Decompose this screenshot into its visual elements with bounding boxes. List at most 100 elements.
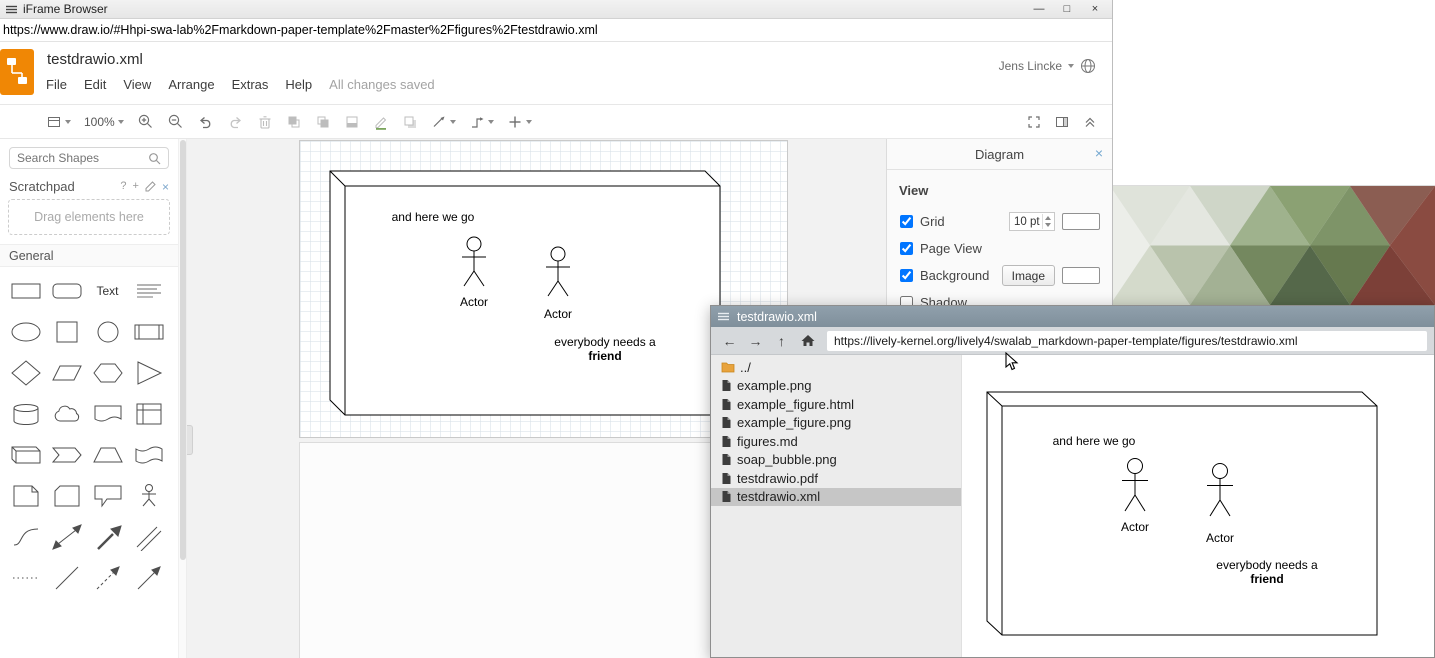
help-icon[interactable]: ? [120, 181, 126, 192]
shape-parallelogram[interactable] [49, 356, 85, 390]
up-button[interactable]: ↑ [770, 330, 793, 351]
background-color-button[interactable] [1062, 267, 1100, 284]
list-item-file[interactable]: example_figure.png [711, 414, 961, 433]
collapse-toolbar-button[interactable] [1082, 114, 1098, 130]
format-panel-close-icon[interactable]: × [1095, 145, 1103, 161]
shadow-button[interactable] [402, 114, 418, 130]
shape-cylinder[interactable] [8, 397, 44, 431]
shape-bidirectional-arrow[interactable] [49, 520, 85, 554]
shape-circle[interactable] [90, 315, 126, 349]
fullscreen-button[interactable] [1026, 114, 1042, 130]
shape-document[interactable] [90, 397, 126, 431]
spinner-down-icon[interactable] [1045, 223, 1051, 227]
caption-text[interactable]: and here we go [392, 210, 475, 224]
shape-dashed-arrow[interactable] [90, 561, 126, 595]
shape-process[interactable] [131, 315, 167, 349]
shape-textbox[interactable] [131, 274, 167, 308]
list-item-file[interactable]: example_figure.html [711, 395, 961, 414]
background-checkbox[interactable] [900, 269, 913, 282]
menu-view[interactable]: View [123, 77, 151, 92]
shape-tape[interactable] [131, 438, 167, 472]
scratchpad-close-icon[interactable]: × [162, 181, 169, 193]
shape-text[interactable]: Text [90, 274, 126, 308]
list-item-parent-dir[interactable]: ../ [711, 358, 961, 377]
browser-url-bar[interactable]: https://www.draw.io/#Hhpi-swa-lab%2Fmark… [0, 19, 1112, 42]
cube-shape[interactable] [330, 171, 720, 415]
menu-arrange[interactable]: Arrange [168, 77, 214, 92]
shape-cube[interactable] [8, 438, 44, 472]
menu-edit[interactable]: Edit [84, 77, 106, 92]
hamburger-menu-icon[interactable] [6, 5, 17, 14]
menu-extras[interactable]: Extras [232, 77, 269, 92]
spinner-up-icon[interactable] [1045, 216, 1051, 220]
general-section-header[interactable]: General [0, 244, 178, 267]
shape-internal-storage[interactable] [131, 397, 167, 431]
grid-checkbox[interactable] [900, 215, 913, 228]
back-button[interactable]: ← [718, 330, 741, 351]
search-box[interactable] [9, 147, 169, 169]
shape-rounded-rectangle[interactable] [49, 274, 85, 308]
menu-help[interactable]: Help [285, 77, 312, 92]
minimize-button[interactable]: — [1028, 1, 1050, 18]
globe-icon[interactable] [1080, 58, 1096, 74]
note-line1[interactable]: everybody needs a [554, 335, 656, 349]
shape-actor[interactable] [131, 479, 167, 513]
file-url-bar[interactable]: https://lively-kernel.org/lively4/swalab… [827, 331, 1427, 351]
zoom-in-button[interactable] [137, 113, 154, 130]
shape-ellipse[interactable] [8, 315, 44, 349]
shape-triangle[interactable] [131, 356, 167, 390]
shape-trapezoid[interactable] [90, 438, 126, 472]
shape-callout[interactable] [90, 479, 126, 513]
list-item-file[interactable]: figures.md [711, 432, 961, 451]
shape-line[interactable] [49, 561, 85, 595]
maximize-button[interactable]: □ [1056, 1, 1078, 18]
list-item-file[interactable]: soap_bubble.png [711, 451, 961, 470]
shape-dotted-line[interactable] [8, 561, 44, 595]
delete-button[interactable] [257, 114, 273, 130]
list-item-file-selected[interactable]: testdrawio.xml [711, 488, 961, 507]
scrollbar-thumb[interactable] [180, 140, 186, 560]
zoom-dropdown[interactable]: 100% [84, 115, 124, 129]
grid-color-button[interactable] [1062, 213, 1100, 230]
redo-button[interactable] [227, 114, 244, 130]
shape-note[interactable] [8, 479, 44, 513]
sidebar-scrollbar[interactable] [178, 139, 187, 658]
menu-file[interactable]: File [46, 77, 67, 92]
user-menu[interactable]: Jens Lincke [999, 59, 1062, 73]
list-item-file[interactable]: testdrawio.pdf [711, 469, 961, 488]
shape-directional-arrow[interactable] [131, 561, 167, 595]
shape-hexagon[interactable] [90, 356, 126, 390]
actor1-label[interactable]: Actor [460, 295, 488, 309]
hamburger-menu-icon[interactable] [718, 312, 729, 321]
fill-color-button[interactable] [344, 114, 360, 130]
to-back-button[interactable] [315, 114, 331, 130]
insert-dropdown[interactable] [507, 114, 532, 130]
to-front-button[interactable] [286, 114, 302, 130]
shape-step[interactable] [49, 438, 85, 472]
connection-dropdown[interactable] [431, 114, 456, 130]
undo-button[interactable] [197, 114, 214, 130]
format-panel-button[interactable] [1054, 114, 1070, 130]
shape-card[interactable] [49, 479, 85, 513]
grid-size-input[interactable]: 10 pt [1009, 212, 1055, 231]
page-view-checkbox[interactable] [900, 242, 913, 255]
waypoints-dropdown[interactable] [469, 114, 494, 130]
shape-link[interactable] [131, 520, 167, 554]
view-dropdown[interactable] [46, 114, 71, 130]
zoom-out-button[interactable] [167, 113, 184, 130]
shape-rectangle[interactable] [8, 274, 44, 308]
shape-diamond[interactable] [8, 356, 44, 390]
tab-diagram[interactable]: Diagram [975, 147, 1024, 162]
shape-square[interactable] [49, 315, 85, 349]
shape-curve[interactable] [8, 520, 44, 554]
note-line2[interactable]: friend [588, 349, 621, 363]
shape-arrow[interactable] [90, 520, 126, 554]
scratchpad-dropzone[interactable]: Drag elements here [8, 199, 170, 235]
line-color-button[interactable] [373, 114, 389, 130]
add-icon[interactable]: + [133, 181, 139, 192]
list-item-file[interactable]: example.png [711, 377, 961, 396]
edit-pencil-icon[interactable] [145, 181, 156, 192]
close-button[interactable]: × [1084, 1, 1106, 18]
search-input[interactable] [17, 151, 148, 165]
sidebar-splitter-handle[interactable] [187, 425, 193, 455]
